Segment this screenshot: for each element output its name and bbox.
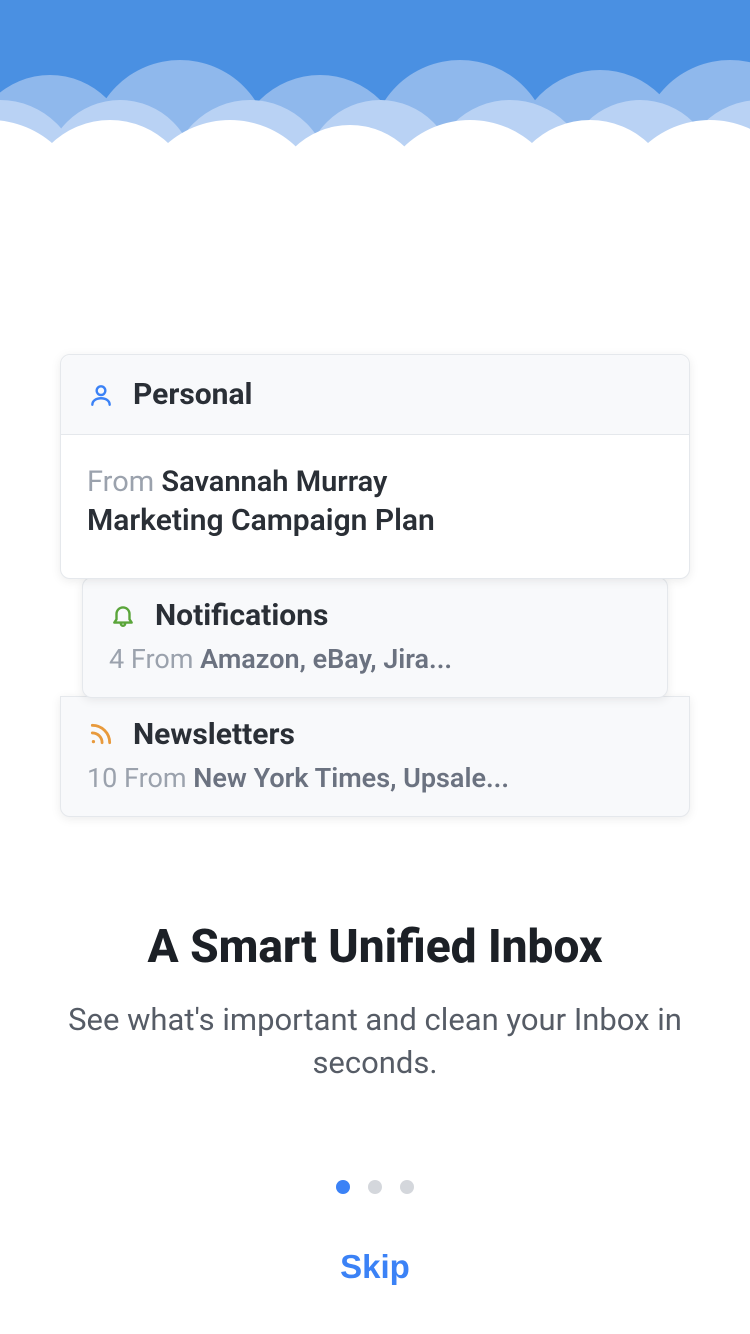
page-dot-2[interactable] <box>368 1180 382 1194</box>
rss-icon <box>87 720 115 748</box>
headline-title: A Smart Unified Inbox <box>40 920 710 974</box>
clouds-illustration <box>0 0 750 200</box>
notifications-subtitle: 4 From Amazon, eBay, Jira... <box>109 643 641 675</box>
from-prefix: From <box>87 465 161 499</box>
inbox-preview-stack: Personal From Savannah Murray Marketing … <box>60 354 690 817</box>
notifications-title: Notifications <box>155 598 328 633</box>
page-dot-1[interactable] <box>336 1180 350 1194</box>
personal-from-line: From Savannah Murray <box>87 465 663 499</box>
bell-icon <box>109 601 137 629</box>
notifications-sources: Amazon, eBay, Jira... <box>200 643 452 675</box>
headline-subtitle: See what's important and clean your Inbo… <box>40 998 710 1085</box>
skip-container: Skip <box>0 1248 750 1286</box>
skip-button[interactable]: Skip <box>340 1248 410 1286</box>
person-icon <box>87 381 115 409</box>
newsletters-title: Newsletters <box>133 717 295 752</box>
sender-name: Savannah Murray <box>161 465 387 499</box>
personal-card-body: From Savannah Murray Marketing Campaign … <box>61 435 689 578</box>
onboarding-headline: A Smart Unified Inbox See what's importa… <box>40 920 710 1085</box>
personal-card-header: Personal <box>61 355 689 435</box>
newsletters-subtitle: 10 From New York Times, Upsale... <box>87 762 663 794</box>
email-subject: Marketing Campaign Plan <box>87 501 663 542</box>
page-dot-3[interactable] <box>400 1180 414 1194</box>
newsletters-count: 10 From <box>87 762 193 794</box>
newsletters-card: Newsletters 10 From New York Times, Upsa… <box>60 696 690 817</box>
newsletters-sources: New York Times, Upsale... <box>193 762 509 794</box>
notifications-card: Notifications 4 From Amazon, eBay, Jira.… <box>82 577 668 698</box>
personal-card: Personal From Savannah Murray Marketing … <box>60 354 690 579</box>
personal-title: Personal <box>133 377 253 412</box>
notifications-count: 4 From <box>109 643 200 675</box>
page-indicator <box>0 1180 750 1194</box>
